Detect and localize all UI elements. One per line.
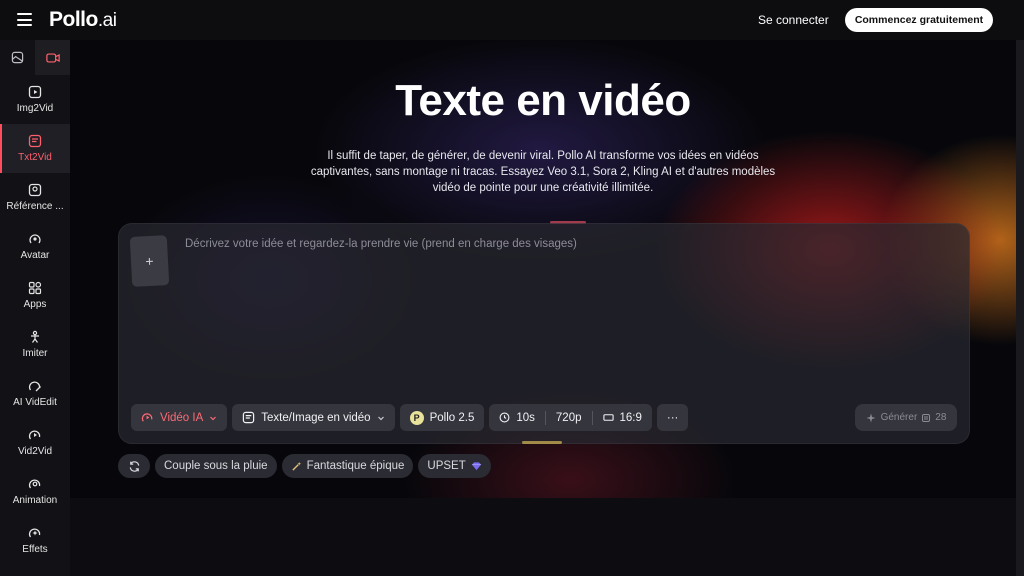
clock-icon xyxy=(499,412,510,423)
plus-icon: + xyxy=(144,252,155,270)
sidebar-item-vid2vid[interactable]: Vid2Vid xyxy=(0,418,70,467)
imitate-icon xyxy=(31,330,39,343)
video-to-video-icon xyxy=(28,430,41,440)
hero-section: Texte en vidéo Il suffit de taper, de gé… xyxy=(70,40,1016,498)
model-label: Pollo 2.5 xyxy=(429,411,475,424)
chevron-down-icon xyxy=(210,416,217,420)
effects-icon xyxy=(28,528,41,538)
logo-suffix: .ai xyxy=(97,10,117,31)
sidebar-item-imiter[interactable]: Imiter xyxy=(0,320,70,369)
logo-main: Pollo xyxy=(49,8,98,31)
suggestion-label: UPSET xyxy=(427,460,466,472)
generate-label: Générer xyxy=(880,412,918,423)
sidebar-item-img2vid[interactable]: Img2Vid xyxy=(0,75,70,124)
animation-icon xyxy=(28,479,41,489)
diamond-icon xyxy=(471,462,481,471)
generate-button[interactable]: Générer 28 xyxy=(855,404,957,431)
text-video-icon xyxy=(28,134,42,148)
menu-icon[interactable] xyxy=(17,13,32,26)
upload-image-button[interactable]: + xyxy=(129,235,170,287)
suggestion-label: Fantastique épique xyxy=(306,460,405,472)
chevron-down-icon xyxy=(377,416,384,420)
resolution-value: 720p xyxy=(555,411,582,424)
sidebar-item-label: AI VidEdit xyxy=(13,397,57,408)
sidebar-item-animation[interactable]: Animation xyxy=(0,467,70,516)
aspect-ratio-icon xyxy=(602,414,614,421)
logo[interactable]: Pollo.ai xyxy=(49,8,117,32)
image-mode-toggle[interactable] xyxy=(0,40,35,75)
suggestion-chip[interactable]: UPSET xyxy=(418,454,491,478)
avatar-icon xyxy=(29,234,41,244)
sidebar-item-ai-videdit[interactable]: AI VidEdit xyxy=(0,369,70,418)
sidebar-item-label: Vid2Vid xyxy=(17,446,53,457)
start-free-button[interactable]: Commencez gratuitement xyxy=(845,8,993,32)
video-settings[interactable]: 10s 720p 16:9 xyxy=(489,404,652,431)
image-video-icon xyxy=(28,85,42,99)
generation-controls: Vidéo IA Texte/Image en vidéo P Pollo 2.… xyxy=(131,404,689,431)
prompt-panel: + Décrivez votre idée et regardez-la pre… xyxy=(118,223,970,444)
image-icon xyxy=(11,51,24,64)
suggestion-chip[interactable]: Fantastique épique xyxy=(281,454,414,478)
top-bar: Pollo.ai Se connecter Commencez gratuite… xyxy=(0,0,1024,40)
video-edit-icon xyxy=(28,381,41,392)
text-video-icon xyxy=(243,411,255,424)
signin-link[interactable]: Se connecter xyxy=(758,13,829,27)
suggestion-label: Couple sous la pluie xyxy=(164,460,268,472)
sidebar-item-avatar[interactable]: Avatar xyxy=(0,222,70,271)
sidebar-item-label: Img2Vid xyxy=(16,103,54,114)
duration-value: 10s xyxy=(516,411,535,424)
reference-icon xyxy=(28,183,42,197)
sparkle-icon xyxy=(866,413,876,422)
video-mode-toggle[interactable] xyxy=(35,40,70,75)
refresh-icon xyxy=(129,460,139,472)
input-type-label: Texte/Image en vidéo xyxy=(261,411,371,424)
suggestion-chip[interactable]: Couple sous la pluie xyxy=(155,454,277,478)
sidebar-item-label: Apps xyxy=(23,299,47,310)
input-type-dropdown[interactable]: Texte/Image en vidéo xyxy=(232,404,395,431)
sidebar: Img2Vid Txt2Vid Référence ... Avatar App… xyxy=(0,40,70,576)
page-title: Texte en vidéo xyxy=(395,76,691,125)
apps-icon xyxy=(28,281,42,295)
magic-wand-icon xyxy=(291,461,301,471)
sidebar-mode-toggle xyxy=(0,40,70,75)
sidebar-item-label: Avatar xyxy=(20,250,50,261)
ai-video-icon xyxy=(141,413,153,422)
more-options-button[interactable]: ··· xyxy=(656,404,689,431)
sidebar-item-label: Animation xyxy=(12,495,58,506)
model-selector[interactable]: P Pollo 2.5 xyxy=(399,404,485,431)
aspect-ratio-value: 16:9 xyxy=(619,411,642,424)
sidebar-item-label: Référence ... xyxy=(6,201,64,212)
panel-glow-bottom xyxy=(522,441,562,444)
sidebar-item-label: Effets xyxy=(22,544,48,555)
credits-value: 28 xyxy=(935,412,947,423)
video-icon xyxy=(45,52,60,63)
sidebar-item-label: Imiter xyxy=(22,348,48,359)
refresh-suggestions-button[interactable] xyxy=(118,454,150,478)
mode-label: Vidéo IA xyxy=(160,411,204,424)
credits-icon xyxy=(922,413,931,422)
sidebar-item-txt2vid[interactable]: Txt2Vid xyxy=(0,124,70,173)
page-subtitle: Il suffit de taper, de générer, de deven… xyxy=(310,150,776,194)
prompt-suggestions: Couple sous la pluie Fantastique épique … xyxy=(118,454,491,478)
mode-dropdown[interactable]: Vidéo IA xyxy=(131,404,228,431)
divider xyxy=(591,410,593,425)
pollo-model-icon: P xyxy=(409,410,424,425)
prompt-input[interactable]: Décrivez votre idée et regardez-la prend… xyxy=(185,238,885,250)
sidebar-item-reference[interactable]: Référence ... xyxy=(0,173,70,222)
page-lower-area xyxy=(70,498,1016,576)
sidebar-item-label: Txt2Vid xyxy=(18,152,52,163)
sidebar-item-apps[interactable]: Apps xyxy=(0,271,70,320)
divider xyxy=(544,410,546,425)
sidebar-item-effets[interactable]: Effets xyxy=(0,516,70,565)
page-scrollbar[interactable] xyxy=(1016,40,1024,576)
more-icon: ··· xyxy=(666,411,679,424)
